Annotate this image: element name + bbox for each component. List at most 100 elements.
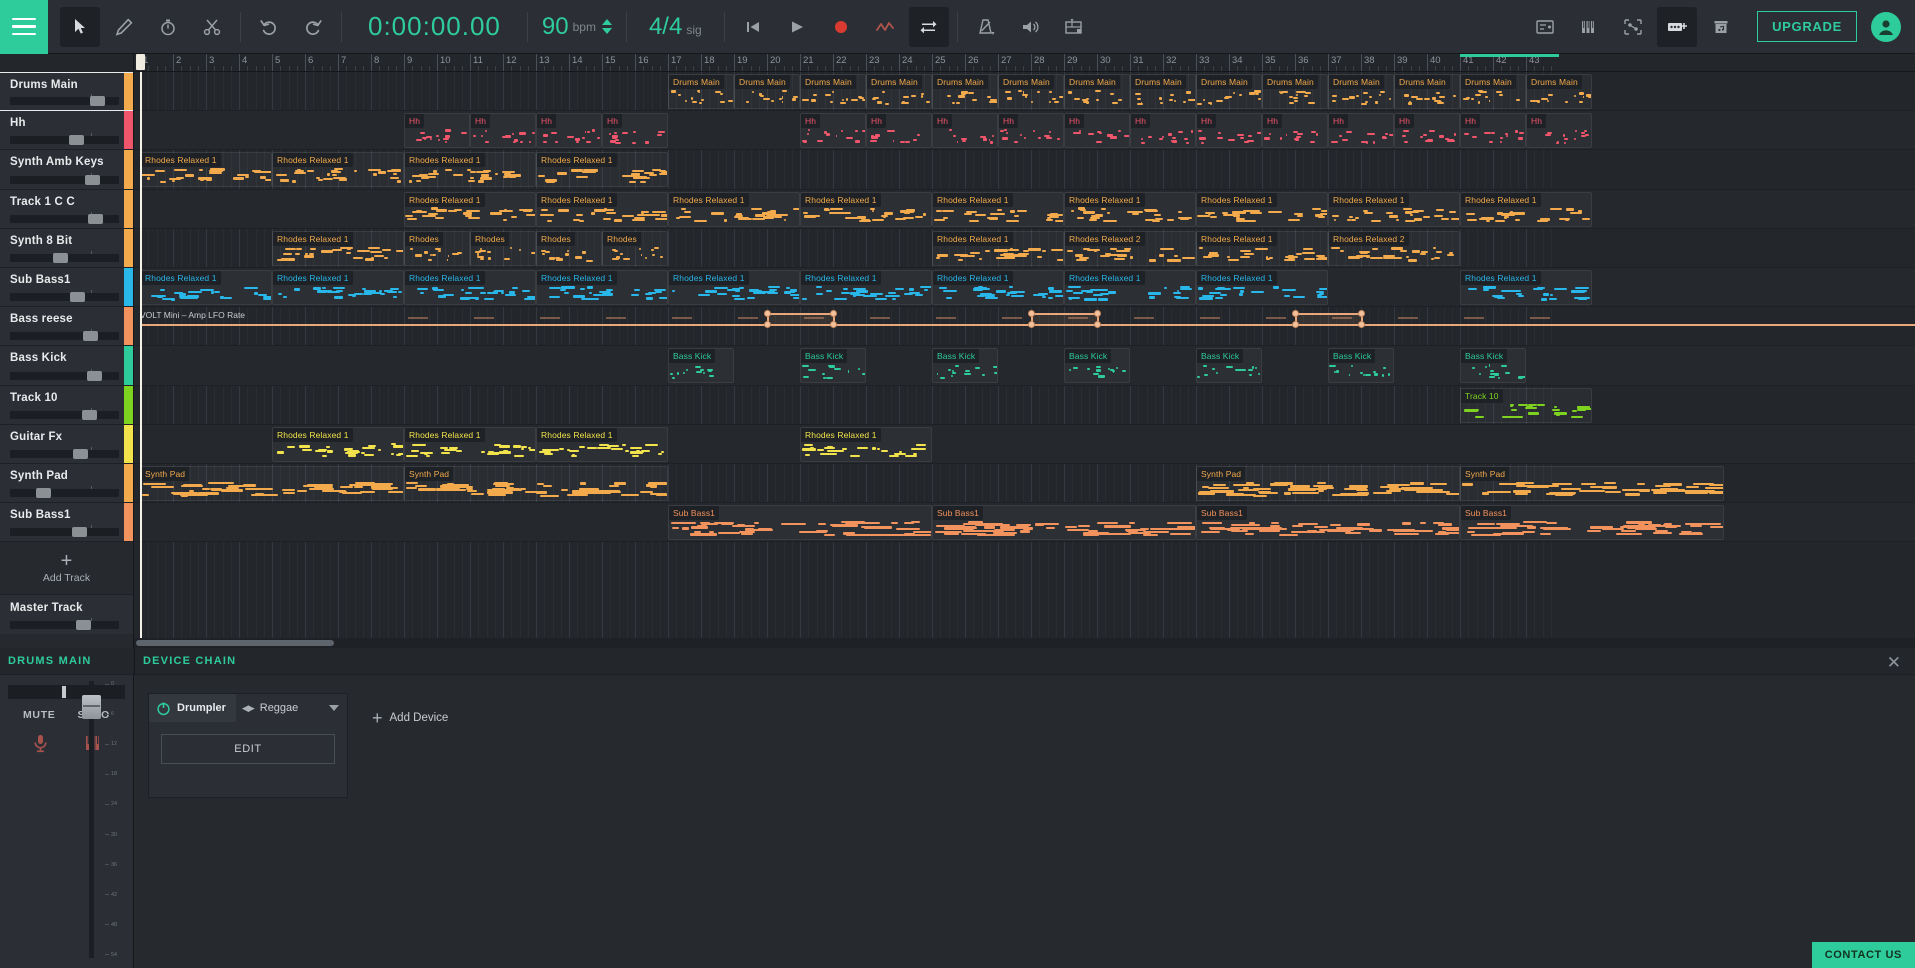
arrangement-view-button[interactable]	[1525, 7, 1565, 47]
track-volume-fader[interactable]	[10, 176, 119, 184]
clip[interactable]: Bass Kick	[1064, 348, 1130, 383]
horizontal-scrollbar[interactable]	[134, 638, 1915, 648]
clip[interactable]: Bass Kick	[800, 348, 866, 383]
clip[interactable]: Rhodes Relaxed 1	[140, 270, 272, 305]
automation-point[interactable]	[1292, 321, 1299, 328]
clip[interactable]: Rhodes Relaxed 1	[668, 192, 800, 227]
clip[interactable]: Rhodes Relaxed 1	[272, 152, 404, 187]
clip[interactable]: Sub Bass1	[1196, 505, 1460, 540]
clip[interactable]: Bass Kick	[668, 348, 734, 383]
arrangement-view[interactable]: 1234567891011121314151617181920212223242…	[134, 54, 1915, 648]
fader-knob[interactable]	[90, 96, 105, 106]
clip[interactable]: Rhodes Relaxed 1	[272, 231, 404, 266]
fader-knob[interactable]	[83, 331, 98, 341]
automation-point[interactable]	[830, 321, 837, 328]
track-header-drums-main[interactable]: Drums Main	[0, 72, 133, 111]
clip[interactable]: Sub Bass1	[668, 505, 932, 540]
track-header-track-1-c-c[interactable]: Track 1 C C	[0, 190, 133, 229]
clip[interactable]: Rhodes Relaxed 1	[1064, 270, 1196, 305]
clip[interactable]: Rhodes Relaxed 1	[1460, 192, 1592, 227]
clip[interactable]: Drums Main	[1526, 74, 1592, 109]
fader-knob[interactable]	[73, 449, 88, 459]
track-header-synth-pad[interactable]: Synth Pad	[0, 464, 133, 503]
library-button[interactable]	[1701, 7, 1741, 47]
clip[interactable]: Hh	[1196, 113, 1262, 148]
clip[interactable]: Rhodes Relaxed 1	[668, 270, 800, 305]
automation-lane[interactable]: VOLT Mini – Amp LFO Rate	[134, 307, 1915, 346]
lane-bass-kick[interactable]	[134, 346, 1915, 385]
clip[interactable]: Hh	[1394, 113, 1460, 148]
pointer-tool[interactable]	[60, 7, 100, 47]
clip[interactable]: Rhodes Relaxed 1	[1064, 192, 1196, 227]
pan-knob[interactable]	[62, 686, 66, 698]
loop-button[interactable]	[909, 7, 949, 47]
add-device-button[interactable]: + Add Device	[372, 711, 448, 725]
clip[interactable]: Hh	[932, 113, 998, 148]
tempo-control[interactable]: 90 bpm	[534, 13, 620, 41]
clip[interactable]: Drums Main	[668, 74, 734, 109]
automation-point[interactable]	[1094, 321, 1101, 328]
track-volume-fader[interactable]	[10, 411, 119, 419]
clip[interactable]: Drums Main	[1262, 74, 1328, 109]
clip[interactable]: Drums Main	[734, 74, 800, 109]
mute-button[interactable]: MUTE	[23, 709, 56, 721]
clip[interactable]: Drums Main	[800, 74, 866, 109]
clip[interactable]: Rhodes Relaxed 1	[1328, 192, 1460, 227]
automation-segment[interactable]	[767, 313, 833, 315]
automation-point[interactable]	[764, 310, 771, 317]
contact-us-button[interactable]: CONTACT US	[1812, 942, 1915, 968]
metronome-button[interactable]	[966, 7, 1006, 47]
time-display[interactable]: 0:00:00.00	[348, 11, 521, 42]
microphone-icon[interactable]	[32, 733, 49, 758]
clip[interactable]: Rhodes Relaxed 1	[140, 152, 272, 187]
draw-tool[interactable]	[104, 7, 144, 47]
fader-knob[interactable]	[53, 253, 68, 263]
clip[interactable]: Rhodes	[536, 231, 602, 266]
clip[interactable]: Drums Main	[932, 74, 998, 109]
clip[interactable]: Track 10	[1460, 388, 1592, 423]
playhead-handle[interactable]	[136, 54, 145, 70]
time-signature-control[interactable]: 4/4 sig	[633, 13, 718, 41]
record-button[interactable]	[821, 7, 861, 47]
track-header-synth-8-bit[interactable]: Synth 8 Bit	[0, 229, 133, 268]
automation-segment[interactable]	[1031, 313, 1097, 315]
clip[interactable]: Drums Main	[1328, 74, 1394, 109]
clip[interactable]: Hh	[1328, 113, 1394, 148]
clip[interactable]: Hh	[470, 113, 536, 148]
clip[interactable]: Rhodes Relaxed 1	[1196, 270, 1328, 305]
automation-point[interactable]	[764, 321, 771, 328]
clip[interactable]: Hh	[1262, 113, 1328, 148]
add-track-button[interactable]: + Add Track	[0, 542, 133, 594]
clip[interactable]: Rhodes Relaxed 1	[800, 270, 932, 305]
fader-knob[interactable]	[82, 410, 97, 420]
edit-button[interactable]: EDIT	[161, 734, 335, 764]
fader-knob[interactable]	[76, 620, 91, 630]
clip[interactable]: Hh	[1130, 113, 1196, 148]
fader-knob[interactable]	[72, 527, 87, 537]
track-header-sub-bass1[interactable]: Sub Bass1	[0, 268, 133, 307]
loop-region-bar[interactable]	[1460, 54, 1559, 57]
power-toggle-icon[interactable]	[149, 701, 177, 716]
master-volume-fader[interactable]	[10, 621, 119, 629]
count-in-button[interactable]	[1010, 7, 1050, 47]
track-volume-fader[interactable]	[10, 372, 119, 380]
clip[interactable]: Rhodes Relaxed 1	[536, 427, 668, 462]
chevron-down-icon[interactable]	[329, 705, 339, 711]
device-card[interactable]: Drumpler ◀▶ Reggae EDIT	[148, 693, 348, 798]
fader-knob[interactable]	[85, 175, 100, 185]
clip[interactable]: Bass Kick	[1328, 348, 1394, 383]
volume-fader-knob[interactable]	[82, 695, 101, 719]
track-header-guitar-fx[interactable]: Guitar Fx	[0, 425, 133, 464]
clip[interactable]: Rhodes Relaxed 1	[536, 192, 668, 227]
automation-point[interactable]	[1028, 321, 1035, 328]
clip[interactable]: Hh	[1526, 113, 1592, 148]
fader-knob[interactable]	[69, 135, 84, 145]
clip[interactable]: Rhodes Relaxed 1	[932, 231, 1064, 266]
playhead[interactable]	[140, 72, 142, 648]
track-volume-fader[interactable]	[10, 97, 119, 105]
clip[interactable]: Hh	[866, 113, 932, 148]
track-volume-fader[interactable]	[10, 254, 119, 262]
rewind-to-start-button[interactable]	[733, 7, 773, 47]
bpm-stepper[interactable]	[602, 19, 612, 34]
track-header-bass-reese[interactable]: Bass reese	[0, 307, 133, 346]
